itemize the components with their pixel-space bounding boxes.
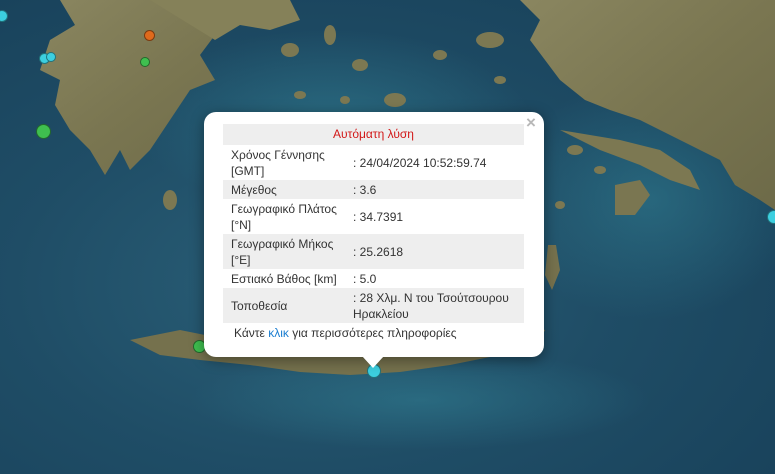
popup-tip [362, 356, 384, 368]
info-value: : 24/04/2024 10:52:59.74 [347, 145, 524, 180]
info-row-depth: Εστιακό Βάθος [km] : 5.0 [223, 269, 524, 288]
popup-title: Αυτόματη λύση [223, 124, 524, 145]
info-value: : 3.6 [347, 180, 524, 199]
info-label: Τοποθεσία [223, 288, 347, 323]
info-row-origin-time: Χρόνος Γέννησης [GMT] : 24/04/2024 10:52… [223, 145, 524, 180]
more-info-suffix: για περισσότερες πληροφορίες [288, 326, 457, 340]
info-value: : 34.7391 [347, 199, 524, 234]
info-label: Χρόνος Γέννησης [GMT] [223, 145, 347, 180]
more-info-line: Κάντε κλικ για περισσότερες πληροφορίες [234, 326, 457, 340]
info-value: : 5.0 [347, 269, 524, 288]
info-label: Μέγεθος [223, 180, 347, 199]
info-table: Χρόνος Γέννησης [GMT] : 24/04/2024 10:52… [223, 145, 524, 323]
info-label: Γεωγραφικό Μήκος [°E] [223, 234, 347, 269]
event-marker-cyan[interactable] [46, 52, 56, 62]
earthquake-info-popup: × Αυτόματη λύση Χρόνος Γέννησης [GMT] : … [204, 112, 544, 357]
event-marker-green[interactable] [36, 124, 51, 139]
close-icon[interactable]: × [524, 114, 538, 131]
info-row-location: Τοποθεσία : 28 Χλμ. Ν του Τσούτσουρου Ηρ… [223, 288, 524, 323]
info-label: Γεωγραφικό Πλάτος [°N] [223, 199, 347, 234]
info-label: Εστιακό Βάθος [km] [223, 269, 347, 288]
info-row-longitude: Γεωγραφικό Μήκος [°E] : 25.2618 [223, 234, 524, 269]
event-marker-orange[interactable] [144, 30, 155, 41]
event-marker-cyan[interactable] [767, 210, 775, 224]
event-marker-green[interactable] [140, 57, 150, 67]
info-row-magnitude: Μέγεθος : 3.6 [223, 180, 524, 199]
info-row-latitude: Γεωγραφικό Πλάτος [°N] : 34.7391 [223, 199, 524, 234]
info-value: : 25.2618 [347, 234, 524, 269]
more-info-prefix: Κάντε [234, 326, 269, 340]
info-value: : 28 Χλμ. Ν του Τσούτσουρου Ηρακλείου [347, 288, 524, 323]
more-info-link[interactable]: κλικ [268, 326, 289, 340]
